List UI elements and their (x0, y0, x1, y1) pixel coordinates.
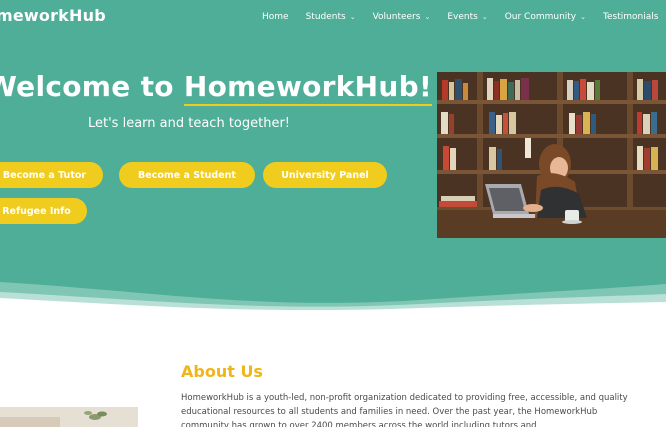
nav-item-our-community[interactable]: Our Community ⌄ (505, 12, 586, 22)
nav-item-label: Students (305, 12, 346, 22)
about-photo (0, 407, 138, 427)
nav-item-testimonials[interactable]: Testimonials (603, 12, 658, 22)
hero-section: meworkHub Home Students ⌄ Volunteers ⌄ E… (0, 0, 666, 310)
refugee-info-button[interactable]: Refugee Info (0, 198, 87, 224)
chevron-down-icon: ⌄ (580, 13, 586, 21)
hero-photo-illustration (437, 72, 666, 238)
hero-wave-divider (0, 282, 666, 310)
chevron-down-icon: ⌄ (424, 13, 431, 21)
nav-item-volunteers[interactable]: Volunteers ⌄ (373, 12, 431, 22)
nav-item-events[interactable]: Events ⌄ (447, 12, 487, 22)
hero-photo-student-studying (437, 72, 666, 238)
about-photo-illustration (0, 407, 138, 427)
nav-item-label: Volunteers (372, 12, 421, 22)
university-panel-button[interactable]: University Panel (263, 162, 387, 188)
main-nav: Home Students ⌄ Volunteers ⌄ Events ⌄ Ou… (262, 12, 666, 22)
become-student-button[interactable]: Become a Student (119, 162, 255, 188)
nav-item-label: Events (447, 12, 478, 22)
become-tutor-button[interactable]: Become a Tutor (0, 162, 103, 188)
hero-title-prefix: Welcome to (0, 70, 184, 103)
nav-item-label: Testimonials (603, 12, 659, 22)
about-us-heading: About Us (181, 362, 263, 381)
nav-item-label: Our Community (504, 12, 577, 22)
nav-item-home[interactable]: Home (262, 12, 289, 22)
chevron-down-icon: ⌄ (481, 13, 488, 21)
hero-title-brand: HomeworkHub! (183, 70, 433, 106)
about-us-body: HomeworkHub is a youth-led, non-profit o… (181, 393, 628, 427)
chevron-down-icon: ⌄ (349, 13, 356, 21)
nav-item-students[interactable]: Students ⌄ (306, 12, 356, 22)
nav-item-label: Home (262, 12, 289, 22)
hero-title: Welcome to HomeworkHub! (0, 70, 433, 106)
hero-subtitle: Let's learn and teach together! (88, 116, 291, 131)
site-logo[interactable]: meworkHub (0, 6, 106, 25)
